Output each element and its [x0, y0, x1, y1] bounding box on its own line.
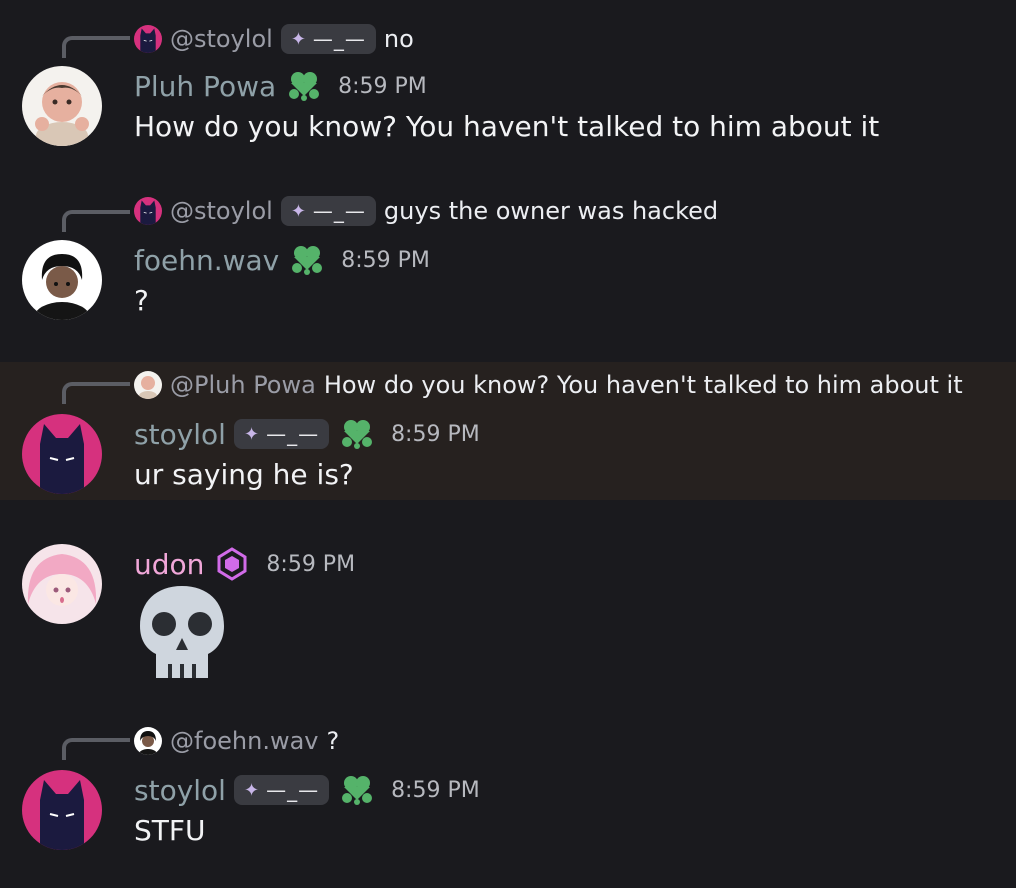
username[interactable]: foehn.wav	[134, 244, 279, 277]
reply-preview[interactable]: @foehn.wav ?	[134, 724, 339, 758]
clover-icon	[289, 242, 325, 278]
reply-author[interactable]: @Pluh Powa	[170, 371, 316, 399]
message-content: STFU	[134, 814, 206, 847]
message-2: @stoylol ✦ —_— guys the owner was hacked …	[0, 180, 1016, 350]
reply-spine	[62, 36, 130, 58]
gem-icon	[217, 547, 247, 581]
clover-icon	[286, 68, 322, 104]
message-header: stoylol ✦ —_— 8:59 PM	[134, 770, 480, 810]
reply-avatar	[134, 727, 162, 755]
reply-text: ?	[326, 727, 340, 755]
reply-spine	[62, 738, 130, 760]
reply-preview[interactable]: @Pluh Powa How do you know? You haven't …	[134, 368, 963, 402]
reply-avatar	[134, 197, 162, 225]
reply-spine	[62, 210, 130, 232]
username[interactable]: Pluh Powa	[134, 70, 276, 103]
skull-emoji	[134, 584, 230, 684]
message-content: ?	[134, 284, 149, 317]
reply-preview[interactable]: @stoylol ✦ —_— guys the owner was hacked	[134, 194, 718, 228]
message-content: ur saying he is?	[134, 458, 354, 491]
avatar[interactable]	[22, 770, 102, 850]
username[interactable]: udon	[134, 548, 204, 581]
username[interactable]: stoylol	[134, 418, 226, 451]
reply-spine	[62, 382, 130, 404]
reply-author[interactable]: @stoylol	[170, 25, 273, 53]
timestamp[interactable]: 8:59 PM	[341, 248, 430, 273]
user-tag: ✦ —_—	[233, 419, 330, 449]
avatar[interactable]	[22, 414, 102, 494]
username[interactable]: stoylol	[134, 774, 226, 807]
message-content: How do you know? You haven't talked to h…	[134, 110, 880, 143]
avatar[interactable]	[22, 240, 102, 320]
tag-text: —_—	[312, 27, 366, 51]
message-header: stoylol ✦ —_— 8:59 PM	[134, 414, 480, 454]
reply-tag: ✦ —_—	[280, 24, 376, 54]
user-tag: ✦ —_—	[233, 775, 330, 805]
avatar[interactable]	[22, 544, 102, 624]
clover-icon	[339, 772, 375, 808]
reply-text: How do you know? You haven't talked to h…	[323, 371, 963, 399]
reply-tag: ✦ —_—	[280, 196, 376, 226]
message-header: Pluh Powa 8:59 PM	[134, 66, 427, 106]
sparkle-icon: ✦	[243, 423, 261, 445]
reply-avatar	[134, 25, 162, 53]
message-1: @stoylol ✦ —_— no Pluh Powa 8:59 PM How d…	[0, 0, 1016, 170]
message-4: udon 8:59 PM	[0, 520, 1016, 700]
message-header: udon 8:59 PM	[134, 544, 355, 584]
message-header: foehn.wav 8:59 PM	[134, 240, 430, 280]
reply-text: guys the owner was hacked	[383, 197, 719, 225]
sparkle-icon: ✦	[290, 200, 307, 222]
reply-preview[interactable]: @stoylol ✦ —_— no	[134, 22, 414, 56]
timestamp[interactable]: 8:59 PM	[266, 552, 355, 577]
timestamp[interactable]: 8:59 PM	[391, 422, 480, 447]
tag-text: —_—	[266, 778, 320, 802]
message-3: @Pluh Powa How do you know? You haven't …	[0, 362, 1016, 500]
reply-author[interactable]: @foehn.wav	[170, 727, 319, 755]
sparkle-icon: ✦	[290, 28, 307, 50]
sparkle-icon: ✦	[243, 779, 261, 801]
reply-text: no	[383, 25, 414, 53]
reply-author[interactable]: @stoylol	[170, 197, 273, 225]
reply-avatar	[134, 371, 162, 399]
message-5: @foehn.wav ? stoylol ✦ —_— 8:59 PM STFU	[0, 716, 1016, 888]
timestamp[interactable]: 8:59 PM	[391, 778, 480, 803]
avatar[interactable]	[22, 66, 102, 146]
timestamp[interactable]: 8:59 PM	[338, 74, 427, 99]
tag-text: —_—	[312, 199, 366, 223]
clover-icon	[339, 416, 375, 452]
tag-text: —_—	[266, 422, 320, 446]
